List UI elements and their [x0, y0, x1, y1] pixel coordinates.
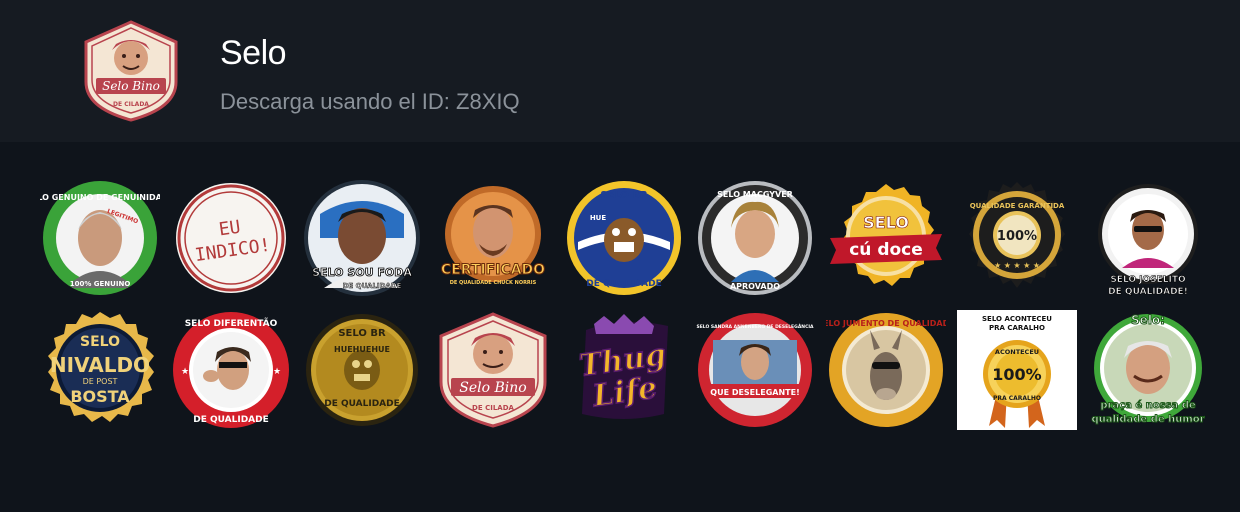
sticker-qualidade-garantida[interactable]: 100% QUALIDADE GARANTIDA ★ ★ ★ ★ ★ — [955, 176, 1079, 300]
sticker-line2: DE QUALIDADE! — [1108, 287, 1188, 297]
sticker-certificado-chuck-norris[interactable]: CERTIFICADO DE QUALIDADE CHUCK NORRIS — [431, 176, 555, 300]
pack-header: Selo Bino DE CILADA Selo Descarga usando… — [0, 0, 1240, 142]
sticker-image: SELO JOSELITO DE QUALIDADE! — [1098, 184, 1198, 297]
sticker-center-text: 100% — [992, 365, 1041, 384]
sticker-line2: PRA CARALHO — [989, 324, 1045, 332]
sticker-star-left: ★ — [181, 367, 189, 377]
sticker-selo-macgyver[interactable]: SELO MACGYVER APROVADO — [693, 176, 817, 300]
sticker-ribbon-text: ACONTECEU — [995, 348, 1039, 356]
page-title: Selo — [220, 34, 287, 72]
sticker-center-text: 100% — [997, 229, 1037, 244]
sticker-ribbon2-text: PRA CARALHO — [993, 395, 1041, 402]
sticker-line1: EU — [217, 217, 241, 241]
sticker-selo-br-hue[interactable]: SELO BR HUE DE QUALIDADE — [562, 176, 686, 300]
sticker-selo-bino[interactable]: Selo Bino DE CILADA — [431, 308, 555, 432]
sticker-image: EU INDICO! — [176, 183, 286, 293]
sticker-image: SELO cú doce — [830, 184, 942, 286]
sticker-selo-cu-doce[interactable]: SELO cú doce — [824, 176, 948, 300]
sticker-selo-nivaldo[interactable]: SELO NIVALDO DE POST BOSTA — [38, 308, 162, 432]
logo-text: Selo Bino — [102, 79, 160, 93]
sticker-top-text: SELO BR — [600, 190, 648, 201]
sticker-image: SELO BR HUE DE QUALIDADE — [567, 181, 681, 295]
sticker-selo-joselito[interactable]: SELO JOSELITO DE QUALIDADE! — [1086, 176, 1210, 300]
sticker-bottom-text: DE QUALIDADE — [324, 399, 400, 409]
sticker-selo-diferentao[interactable]: SELO DIFERENTÃO DE QUALIDADE ★ ★ — [169, 308, 293, 432]
sticker-bottom-text: 100% GENUINO — [70, 280, 131, 288]
sticker-grid: SELO GENUINO DE GENUINIDADE 100% GENUINO… — [38, 176, 1208, 436]
sticker-line1: CERTIFICADO — [441, 262, 545, 278]
sticker-bottom-text: QUE DESELEGANTE! — [710, 388, 799, 397]
sticker-image: 100% QUALIDADE GARANTIDA ★ ★ ★ ★ ★ — [969, 182, 1065, 288]
sticker-line1: SELO — [80, 334, 120, 350]
sticker-thug-life[interactable]: Thug Life — [562, 308, 686, 432]
sticker-line2: DE CILADA — [472, 404, 514, 412]
sticker-line2: qualidade de humor — [1091, 414, 1204, 425]
sticker-line2: DE QUALIDADE CHUCK NORRIS — [450, 280, 537, 286]
sticker-image: SELO BR HUEHUEHUE DE QUALIDADE — [306, 314, 418, 426]
sticker-bottom-text: DE QUALIDADE — [586, 279, 662, 289]
sticker-mid-text: HUEHUEHUE — [334, 345, 390, 354]
sticker-line1: Selo Bino — [459, 380, 526, 396]
sticker-arc-text: QUALIDADE GARANTIDA — [970, 202, 1065, 210]
sticker-line4: BOSTA — [70, 387, 130, 406]
sticker-selo-sou-foda[interactable]: SELO SOU FODA DE QUALIDADE — [300, 176, 424, 300]
pack-logo: Selo Bino DE CILADA — [84, 20, 178, 122]
sticker-top-text: Selo: — [1131, 313, 1165, 327]
sticker-selo-aconteceu[interactable]: SELO ACONTECEU PRA CARALHO 100% ACONTECE… — [955, 308, 1079, 432]
sticker-bottom-text: APROVADO — [730, 282, 780, 291]
sticker-bottom-text: DE QUALIDADE — [193, 415, 269, 425]
sticker-selo-br-huehue[interactable]: SELO BR HUEHUEHUE DE QUALIDADE — [300, 308, 424, 432]
sticker-image: SELO SOU FODA DE QUALIDADE — [304, 180, 420, 296]
sticker-line1: SELO JOSELITO — [1110, 275, 1186, 285]
sticker-image: SELO JUMENTO DE QUALIDADE — [826, 313, 946, 427]
sticker-image: SELO GENUINO DE GENUINIDADE 100% GENUINO… — [40, 181, 160, 295]
sticker-line2: DE QUALIDADE — [343, 282, 402, 290]
sticker-selo-praca[interactable]: Selo: praça é nossa de qualidade de humo… — [1086, 308, 1210, 432]
sticker-image: Selo Bino DE CILADA — [439, 312, 547, 428]
sticker-top-text: SELO BR — [338, 328, 386, 339]
sticker-image: SELO ACONTECEU PRA CARALHO 100% ACONTECE… — [957, 310, 1077, 430]
download-id-text: Descarga usando el ID: Z8XIQ — [220, 89, 520, 114]
sticker-star-right: ★ — [273, 367, 281, 377]
sticker-line1: SELO ACONTECEU — [982, 315, 1052, 323]
sticker-hue-text: HUE — [590, 214, 607, 222]
sticker-image: SELO SANDRA ANNENBERG DE DESELEGÂNCIA QU… — [696, 313, 814, 427]
sticker-line3: DE POST — [83, 377, 118, 386]
sticker-image: Selo: praça é nossa de qualidade de humo… — [1091, 313, 1205, 426]
sticker-stars: ★ ★ ★ ★ ★ — [994, 261, 1040, 270]
sticker-top-text: SELO SANDRA ANNENBERG DE DESELEGÂNCIA — [696, 323, 814, 330]
logo-subtext: DE CILADA — [113, 101, 149, 108]
sticker-eu-indico[interactable]: EU INDICO! — [169, 176, 293, 300]
sticker-line2: cú doce — [849, 240, 923, 260]
sticker-line2: NIVALDO — [50, 353, 150, 377]
sticker-line1: SELO — [863, 213, 909, 232]
sticker-image: Thug Life — [576, 314, 669, 419]
sticker-image: SELO MACGYVER APROVADO — [698, 181, 812, 295]
sticker-image: CERTIFICADO DE QUALIDADE CHUCK NORRIS — [440, 186, 546, 286]
sticker-arc-text: SELO JUMENTO DE QUALIDADE — [826, 319, 946, 328]
sticker-image: SELO NIVALDO DE POST BOSTA — [48, 312, 154, 422]
sticker-selo-genuino[interactable]: SELO GENUINO DE GENUINIDADE 100% GENUINO… — [38, 176, 162, 300]
sticker-line1: SELO SOU FODA — [312, 266, 412, 279]
sticker-line1: praça é nossa de — [1100, 399, 1196, 411]
sticker-top-text: SELO DIFERENTÃO — [185, 318, 278, 329]
sticker-selo-sandra-annenberg[interactable]: SELO SANDRA ANNENBERG DE DESELEGÂNCIA QU… — [693, 308, 817, 432]
sticker-selo-jumento[interactable]: SELO JUMENTO DE QUALIDADE — [824, 308, 948, 432]
sticker-top-text: SELO MACGYVER — [717, 190, 793, 199]
sticker-image: SELO DIFERENTÃO DE QUALIDADE ★ ★ — [173, 312, 289, 428]
sticker-arc-text: SELO GENUINO DE GENUINIDADE — [40, 193, 160, 202]
